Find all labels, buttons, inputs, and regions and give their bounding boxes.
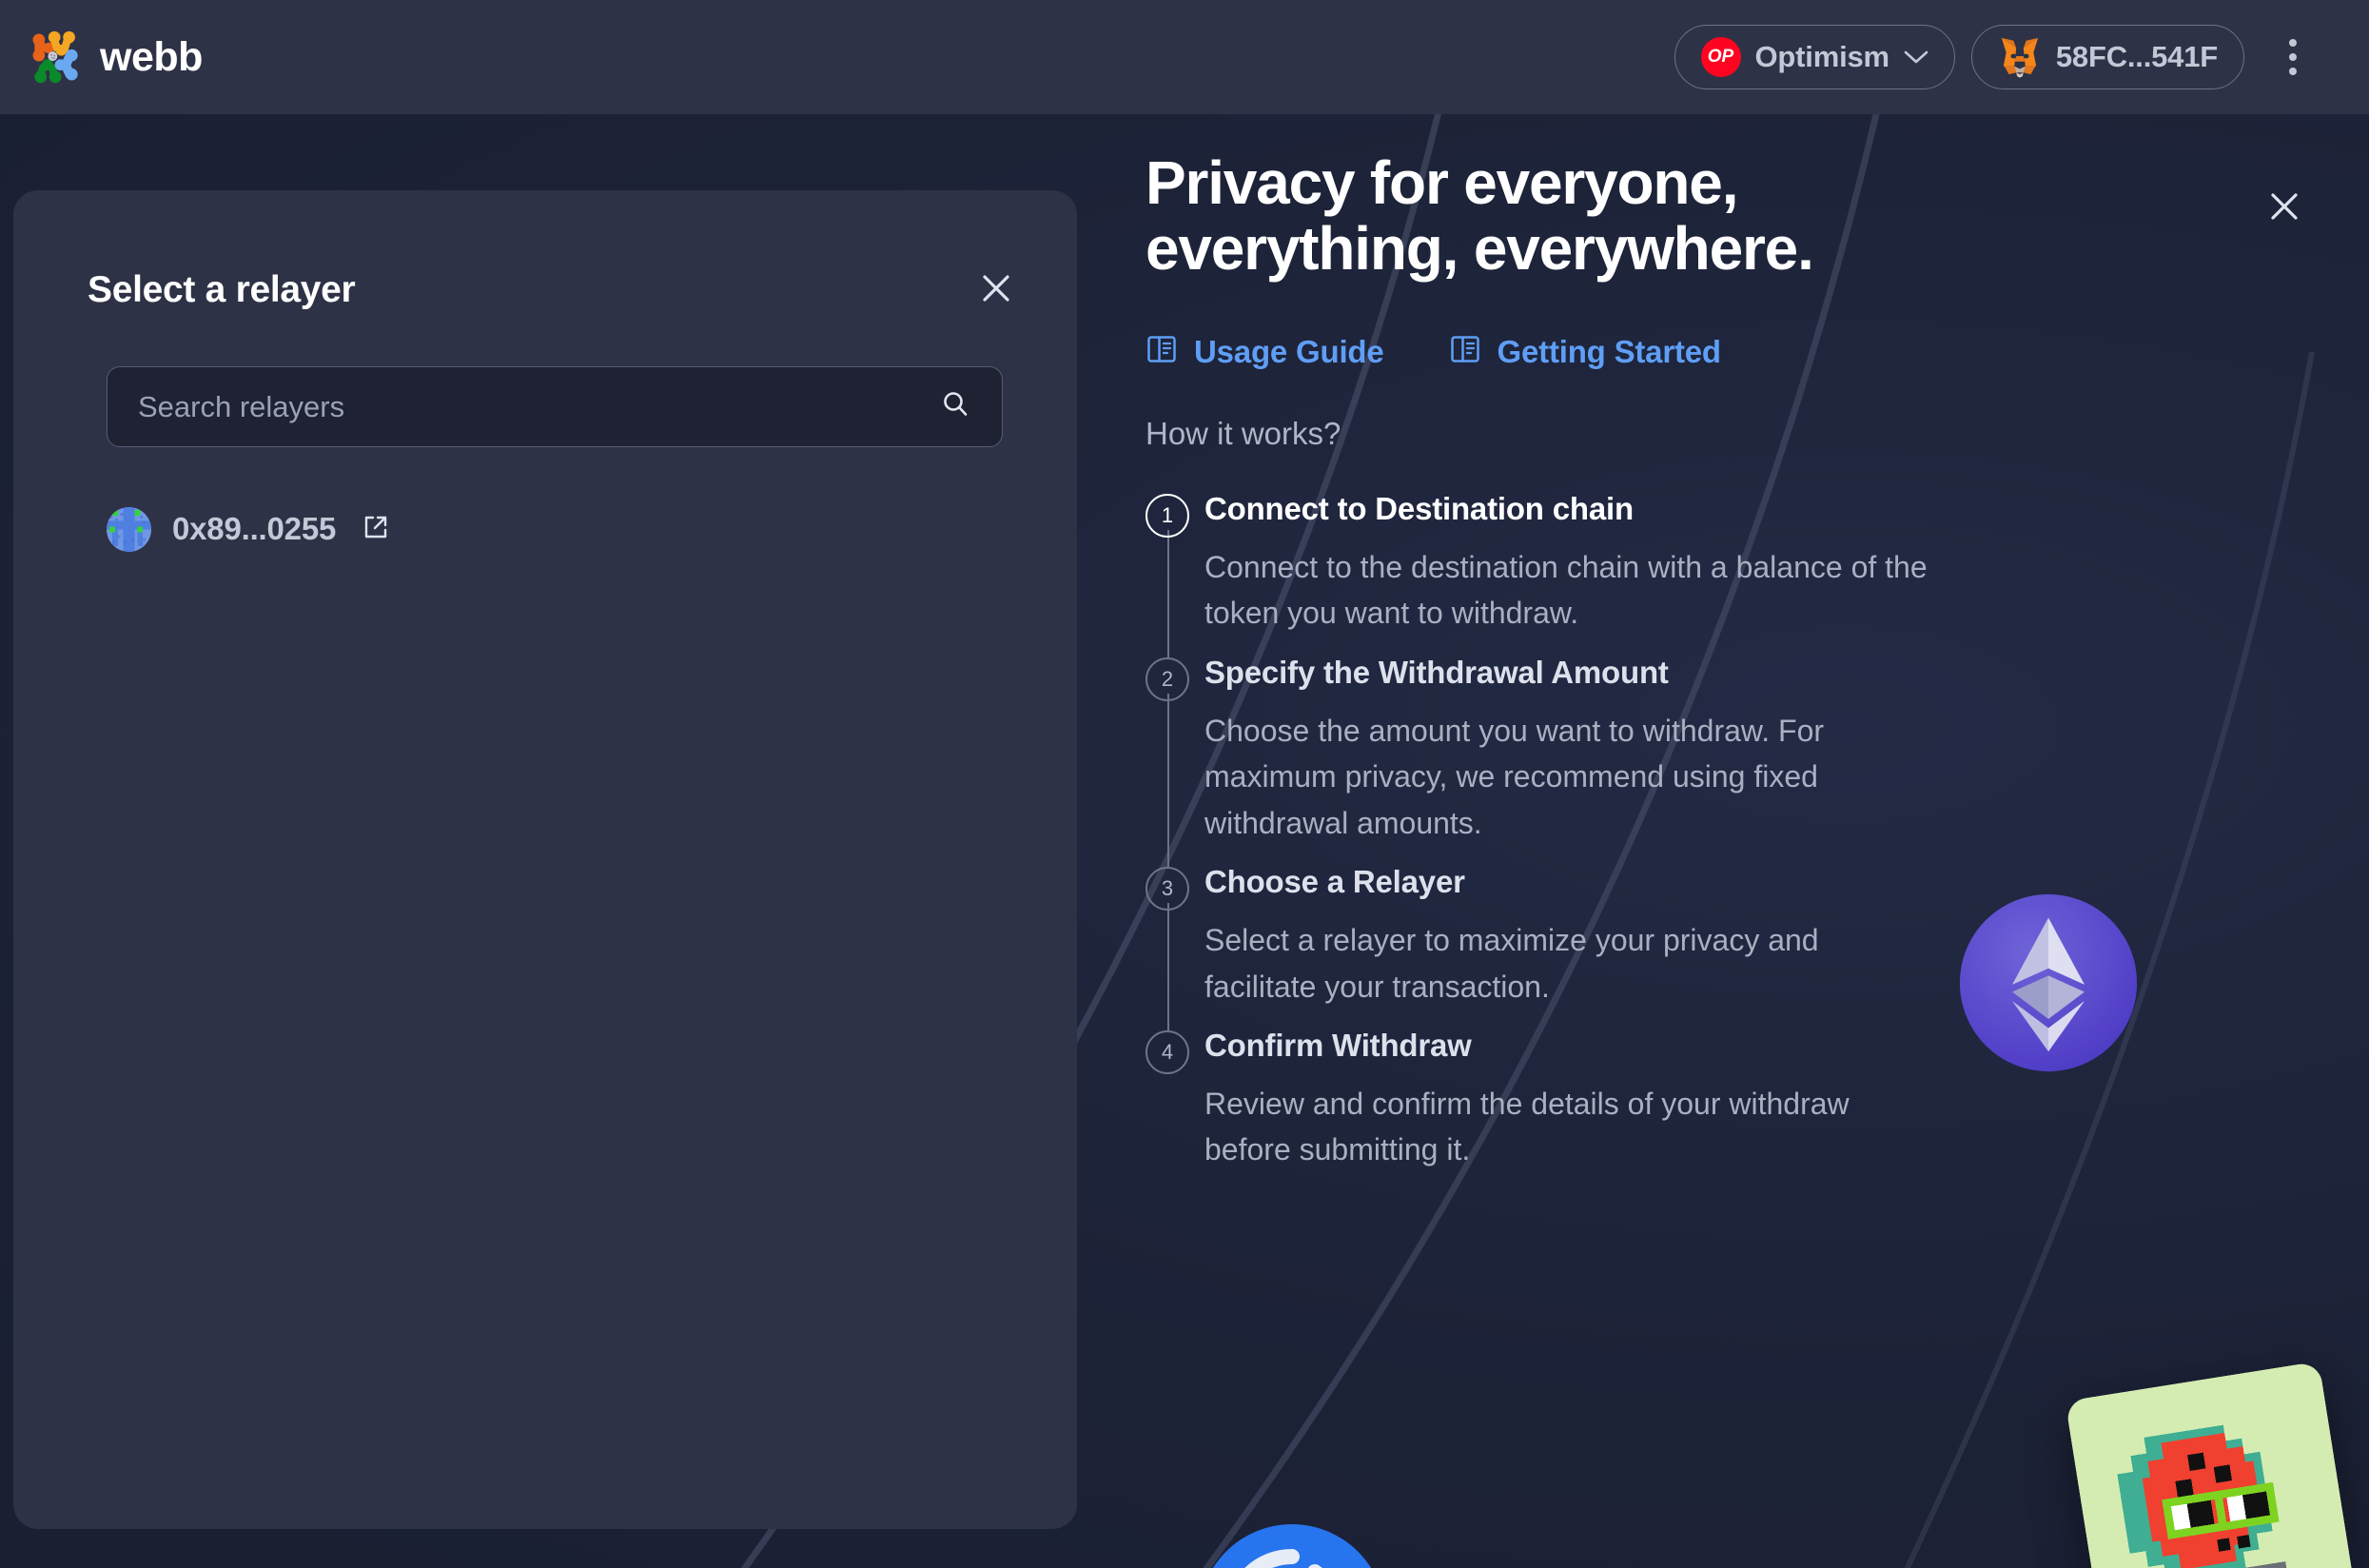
external-link-icon[interactable] — [362, 514, 389, 545]
step-number-badge: 1 — [1145, 494, 1189, 539]
doc-links-row: Usage Guide Getting Started — [1142, 333, 2369, 370]
optimism-badge-icon: OP — [1700, 37, 1741, 77]
top-bar-actions: OP Optimism 58FC...541F — [1674, 25, 2318, 89]
relayer-address: 0x89...0255 — [172, 511, 337, 546]
top-bar: webb OP Optimism 58FC...541F — [0, 0, 2369, 114]
step-item-1: 1 Connect to Destination chain Connect t… — [1145, 488, 2369, 658]
wallet-account-button[interactable]: 58FC...541F — [1970, 25, 2244, 89]
step-description: Connect to the destination chain with a … — [1204, 549, 1928, 631]
step-title: Choose a Relayer — [1204, 864, 1465, 900]
kebab-menu-icon[interactable] — [2268, 25, 2318, 89]
search-input[interactable] — [138, 389, 939, 424]
how-it-works-label: How it works? — [1145, 416, 1341, 452]
select-relayer-panel: Select a relayer Search relayers 0x89...… — [13, 190, 1077, 1529]
step-description: Choose the amount you want to withdraw. … — [1204, 713, 1825, 840]
step-connector-line — [1167, 694, 1169, 868]
headline-line-1: Privacy for everyone, — [1145, 148, 1738, 217]
close-info-panel-button[interactable] — [2259, 183, 2310, 234]
brand-logo-group[interactable]: webb — [29, 29, 203, 85]
network-label: Optimism — [1754, 40, 1890, 73]
book-icon — [1449, 333, 1481, 370]
relayer-list: 0x89...0255 — [13, 495, 1077, 563]
close-relayer-panel-button[interactable] — [970, 265, 1022, 316]
getting-started-label: Getting Started — [1497, 333, 1722, 369]
info-panel: Privacy for everyone, everything, everyw… — [1142, 114, 2369, 1568]
step-item-4: 4 Confirm Withdraw Review and confirm th… — [1145, 1025, 2369, 1173]
book-icon — [1145, 333, 1178, 370]
search-icon[interactable] — [939, 388, 971, 425]
step-description: Review and confirm the details of your w… — [1204, 1086, 1850, 1167]
page-title: Select a relayer — [88, 269, 356, 310]
step-title: Connect to Destination chain — [1204, 491, 1634, 527]
list-item[interactable]: 0x89...0255 — [107, 495, 1003, 563]
chevron-down-icon — [1904, 49, 1928, 65]
step-number-badge: 3 — [1145, 867, 1189, 911]
hero-headline: Privacy for everyone, everything, everyw… — [1142, 148, 1998, 284]
step-item-3: 3 Choose a Relayer Select a relayer to m… — [1145, 861, 2369, 1031]
metamask-fox-icon — [1998, 36, 2042, 78]
headline-line-2: everything, everywhere. — [1145, 214, 1814, 284]
step-description: Select a relayer to maximize your privac… — [1204, 922, 1819, 1004]
relayer-panel-header: Select a relayer — [13, 190, 1077, 316]
page-body: $ — [0, 114, 2369, 1568]
step-number-badge: 2 — [1145, 657, 1189, 702]
step-item-2: 2 Specify the Withdrawal Amount Choose t… — [1145, 652, 2369, 868]
getting-started-link[interactable]: Getting Started — [1449, 333, 1721, 370]
close-icon — [980, 272, 1012, 309]
step-title: Specify the Withdrawal Amount — [1204, 655, 1669, 691]
usage-guide-link[interactable]: Usage Guide — [1145, 333, 1384, 370]
kebab-dot-1 — [2289, 39, 2297, 47]
how-it-works-steps: 1 Connect to Destination chain Connect t… — [1142, 488, 2369, 1173]
step-connector-line — [1167, 530, 1169, 658]
brand-name: webb — [100, 33, 203, 80]
step-number-badge: 4 — [1145, 1030, 1189, 1075]
search-relayers-field[interactable] — [107, 366, 1003, 447]
webb-molecule-logo-icon — [29, 29, 84, 85]
identicon-avatar-icon — [107, 506, 151, 552]
kebab-dot-2 — [2289, 53, 2297, 61]
close-icon — [2268, 190, 2300, 227]
wallet-address: 58FC...541F — [2055, 40, 2218, 73]
step-title: Confirm Withdraw — [1204, 1028, 1472, 1064]
usage-guide-label: Usage Guide — [1194, 333, 1384, 369]
step-connector-line — [1167, 903, 1169, 1031]
network-selector-button[interactable]: OP Optimism — [1674, 25, 1955, 89]
kebab-dot-3 — [2289, 68, 2297, 75]
